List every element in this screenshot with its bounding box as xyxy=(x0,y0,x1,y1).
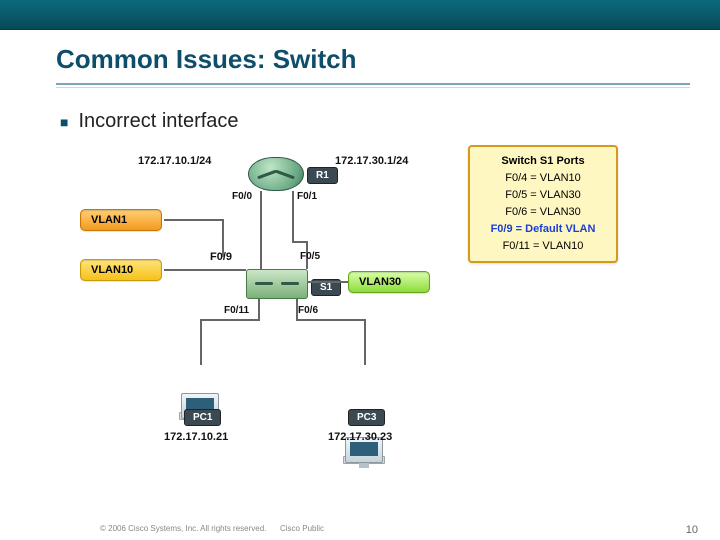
router-left-ip: 172.17.10.1/24 xyxy=(138,155,211,167)
router-r1 xyxy=(248,157,304,191)
vlan10-badge: VLAN10 xyxy=(80,259,162,281)
switch-ports-box: Switch S1 Ports F0/4 = VLAN10 F0/5 = VLA… xyxy=(468,145,618,263)
switch-s1 xyxy=(246,269,308,299)
conn-vlan1b xyxy=(222,219,224,257)
footer-label: Cisco Public xyxy=(280,524,324,533)
link-s1-pc3-c xyxy=(364,319,366,365)
link-s1-pc1-b xyxy=(200,319,260,321)
router-label: R1 xyxy=(307,167,338,184)
router-port-right: F0/1 xyxy=(297,191,317,202)
vlan1-badge: VLAN1 xyxy=(80,209,162,231)
link-s1-pc1-c xyxy=(200,319,202,365)
network-diagram: R1 172.17.10.1/24 172.17.30.1/24 F0/0 F0… xyxy=(100,151,660,471)
ports-line-highlight: F0/9 = Default VLAN xyxy=(480,221,606,238)
page-title: Common Issues: Switch xyxy=(56,44,720,75)
pc3 xyxy=(342,437,386,481)
switch-port-down-left: F0/11 xyxy=(224,305,249,316)
ports-box-header: Switch S1 Ports xyxy=(480,153,606,170)
bullet-icon: ■ xyxy=(60,114,68,130)
link-r1-s1-right-a xyxy=(292,191,294,241)
pc3-label: PC3 xyxy=(348,409,385,426)
switch-port-down-right: F0/6 xyxy=(298,305,318,316)
pc1-label: PC1 xyxy=(184,409,221,426)
ports-line: F0/11 = VLAN10 xyxy=(480,238,606,255)
vlan30-badge: VLAN30 xyxy=(348,271,430,293)
conn-vlan30 xyxy=(308,281,348,283)
ports-line: F0/5 = VLAN30 xyxy=(480,187,606,204)
divider xyxy=(56,83,690,85)
link-s1-pc3-b xyxy=(296,319,366,321)
router-port-left: F0/0 xyxy=(232,191,252,202)
stand-icon xyxy=(359,463,369,468)
page-number: 10 xyxy=(686,524,698,536)
bullet-item: ■ Incorrect interface xyxy=(60,110,720,133)
link-s1-pc3-a xyxy=(296,299,298,319)
pc3-ip: 172.17.30.23 xyxy=(328,431,392,443)
ports-line: F0/6 = VLAN30 xyxy=(480,204,606,221)
ports-line: F0/4 = VLAN10 xyxy=(480,170,606,187)
link-s1-pc1-a xyxy=(258,299,260,319)
switch-port-up-right: F0/5 xyxy=(300,251,320,262)
title-bar xyxy=(0,0,720,30)
conn-vlan1 xyxy=(164,219,222,221)
divider-thin xyxy=(56,87,690,88)
switch-port-up-left: F0/9 xyxy=(210,251,232,263)
footer-copyright: © 2006 Cisco Systems, Inc. All rights re… xyxy=(100,524,266,533)
link-r1-s1-left xyxy=(260,191,262,269)
conn-vlan10 xyxy=(164,269,246,271)
bullet-text: Incorrect interface xyxy=(78,110,238,133)
router-icon xyxy=(248,157,304,191)
pc1-ip: 172.17.10.21 xyxy=(164,431,228,443)
router-right-ip: 172.17.30.1/24 xyxy=(335,155,408,167)
